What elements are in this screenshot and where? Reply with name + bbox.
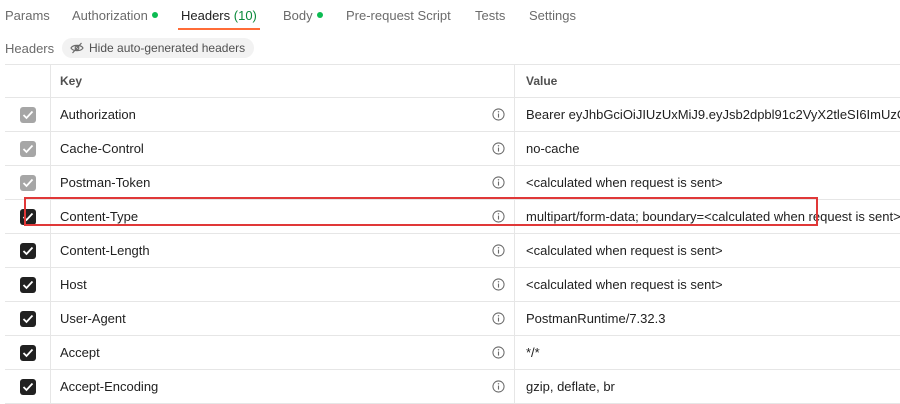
- tab-pre-request-script[interactable]: Pre-request Script: [346, 8, 451, 23]
- header-value: gzip, deflate, br: [526, 379, 615, 394]
- check-icon: [22, 348, 33, 357]
- header-value: */*: [526, 345, 540, 360]
- row-checkbox[interactable]: [19, 242, 36, 259]
- table-row: Authorization Bearer eyJhbGciOiJIUzUxMiJ…: [5, 98, 900, 132]
- header-value: no-cache: [526, 141, 580, 156]
- check-icon: [22, 280, 33, 289]
- row-check-cell: [5, 166, 51, 199]
- header-value: <calculated when request is sent>: [526, 277, 723, 292]
- status-dot-icon: [151, 12, 158, 18]
- headers-toolbar: Headers Hide auto-generated headers: [0, 36, 900, 60]
- header-key: Content-Length: [60, 243, 150, 258]
- table-row: User-Agent PostmanRuntime/7.32.3: [5, 302, 900, 336]
- eye-off-icon: [70, 42, 84, 54]
- key-cell: Content-Type: [51, 200, 515, 233]
- headers-count-badge: (10): [233, 8, 257, 23]
- row-checkbox[interactable]: [19, 310, 36, 327]
- key-cell: Host: [51, 268, 515, 301]
- row-check-cell: [5, 268, 51, 301]
- section-title: Headers: [5, 41, 55, 56]
- table-row: Cache-Control no-cache: [5, 132, 900, 166]
- row-checkbox[interactable]: [19, 106, 36, 123]
- check-icon: [22, 382, 33, 391]
- row-checkbox[interactable]: [19, 344, 36, 361]
- header-key: User-Agent: [60, 311, 126, 326]
- request-tabs: Params Authorization Headers (10) Body P…: [0, 0, 900, 32]
- header-value: <calculated when request is sent>: [526, 175, 723, 190]
- row-checkbox[interactable]: [19, 208, 36, 225]
- info-icon[interactable]: [492, 176, 505, 189]
- header-value: PostmanRuntime/7.32.3: [526, 311, 666, 326]
- tab-authorization[interactable]: Authorization: [72, 8, 158, 23]
- hide-auto-generated-headers-button[interactable]: Hide auto-generated headers: [62, 38, 255, 58]
- headers-table: Key Value Authorization Bearer eyJhbGciO…: [5, 64, 900, 404]
- row-check-cell: [5, 302, 51, 335]
- header-key: Authorization: [60, 107, 136, 122]
- info-icon[interactable]: [492, 210, 505, 223]
- table-row: Content-Length <calculated when request …: [5, 234, 900, 268]
- check-icon: [22, 212, 33, 221]
- table-row: Host <calculated when request is sent>: [5, 268, 900, 302]
- header-value: multipart/form-data; boundary=<calculate…: [526, 209, 900, 224]
- row-checkbox[interactable]: [19, 140, 36, 157]
- check-icon: [22, 110, 33, 119]
- check-icon: [22, 144, 33, 153]
- header-key: Accept: [60, 345, 100, 360]
- key-cell: Accept-Encoding: [51, 370, 515, 403]
- info-icon[interactable]: [492, 108, 505, 121]
- key-cell: Postman-Token: [51, 166, 515, 199]
- header-key: Host: [60, 277, 87, 292]
- key-cell: Accept: [51, 336, 515, 369]
- tab-settings[interactable]: Settings: [529, 8, 576, 23]
- check-icon: [22, 178, 33, 187]
- row-check-cell: [5, 132, 51, 165]
- table-row: Content-Type multipart/form-data; bounda…: [5, 200, 900, 234]
- row-checkbox[interactable]: [19, 174, 36, 191]
- row-check-cell: [5, 200, 51, 233]
- column-header-value: Value: [526, 74, 558, 88]
- table-row: Accept */*: [5, 336, 900, 370]
- row-check-cell: [5, 98, 51, 131]
- info-icon[interactable]: [492, 278, 505, 291]
- hide-button-label: Hide auto-generated headers: [89, 41, 246, 55]
- column-header-key: Key: [51, 65, 515, 97]
- key-cell: Content-Length: [51, 234, 515, 267]
- header-check-cell: [5, 65, 51, 97]
- tab-body[interactable]: Body: [283, 8, 323, 23]
- header-key: Cache-Control: [60, 141, 144, 156]
- tab-headers-label: Headers: [181, 8, 231, 23]
- header-key: Content-Type: [60, 209, 139, 224]
- tab-body-label: Body: [283, 8, 313, 23]
- row-check-cell: [5, 234, 51, 267]
- header-value: Bearer eyJhbGciOiJIUzUxMiJ9.eyJsb2dpbl91…: [526, 107, 900, 122]
- key-cell: User-Agent: [51, 302, 515, 335]
- tab-authorization-label: Authorization: [72, 8, 148, 23]
- info-icon[interactable]: [492, 346, 505, 359]
- row-checkbox[interactable]: [19, 276, 36, 293]
- info-icon[interactable]: [492, 244, 505, 257]
- status-dot-icon: [316, 12, 323, 18]
- table-row: Accept-Encoding gzip, deflate, br: [5, 370, 900, 404]
- check-icon: [22, 246, 33, 255]
- header-value: <calculated when request is sent>: [526, 243, 723, 258]
- check-icon: [22, 314, 33, 323]
- row-checkbox[interactable]: [19, 378, 36, 395]
- info-icon[interactable]: [492, 312, 505, 325]
- table-header-row: Key Value: [5, 65, 900, 98]
- header-key: Postman-Token: [60, 175, 151, 190]
- tab-params[interactable]: Params: [5, 8, 50, 23]
- row-check-cell: [5, 370, 51, 403]
- table-row: Postman-Token <calculated when request i…: [5, 166, 900, 200]
- row-check-cell: [5, 336, 51, 369]
- info-icon[interactable]: [492, 142, 505, 155]
- tab-tests[interactable]: Tests: [475, 8, 505, 23]
- active-tab-indicator: [178, 28, 260, 30]
- key-cell: Cache-Control: [51, 132, 515, 165]
- info-icon[interactable]: [492, 380, 505, 393]
- key-cell: Authorization: [51, 98, 515, 131]
- tab-headers[interactable]: Headers (10): [181, 8, 257, 23]
